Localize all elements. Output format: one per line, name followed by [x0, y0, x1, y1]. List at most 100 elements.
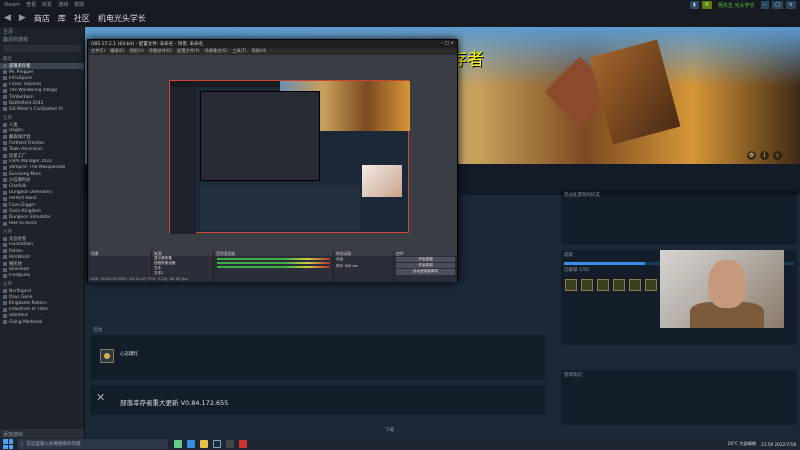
virtual-camera-button[interactable]: 启动虚拟摄像机 — [396, 269, 455, 275]
taskbar-search-placeholder: 在这里输入你要搜索的内容 — [26, 442, 81, 447]
maximize-button[interactable]: □ — [772, 1, 783, 9]
add-game-button[interactable]: 添加游戏 — [0, 429, 84, 438]
sidebar-game-label: Battlefield 2042 — [9, 100, 44, 106]
achievement-icon[interactable] — [581, 279, 593, 291]
sidebar-game-label: 太吾绘卷 — [9, 236, 27, 242]
sidebar-game-label: Dagon — [9, 128, 24, 134]
friends-panel: 玩过此游戏的好友 — [561, 190, 797, 245]
sidebar-game-label: Clanfolk — [9, 183, 27, 189]
tools-icon: ✕ — [96, 391, 106, 404]
sidebar-game-label: Farthest Frontier — [9, 140, 45, 146]
audio-meter — [217, 262, 330, 264]
duration-field[interactable]: 时长 300 ms — [334, 263, 393, 270]
sidebar-filter[interactable]: 最近的游戏 — [0, 35, 84, 43]
menu-view[interactable]: 查看 — [26, 1, 36, 8]
sidebar-game-label: Town Ascension — [9, 146, 43, 152]
forward-arrow-icon[interactable]: ▶ — [19, 13, 26, 23]
sidebar-game-label: Cities: Skylines — [9, 82, 42, 88]
obs-menu-docks[interactable]: 停靠部件(D) — [149, 48, 172, 54]
obs-window: OBS 27.2.1 (64-bit) - 配置文件: 未命名 - 场景: 未命… — [87, 39, 458, 282]
taskbar-apps — [174, 440, 247, 448]
game-icon — [3, 273, 7, 278]
obs-window-controls[interactable]: – □ × — [441, 41, 454, 47]
nav-store[interactable]: 商店 — [34, 13, 50, 24]
game-icon — [3, 307, 7, 312]
obs-menu-tools[interactable]: 工具(T) — [232, 48, 246, 54]
obs-menu-scene-collection[interactable]: 场景集合(S) — [205, 48, 228, 54]
sidebar-home[interactable]: 主页 — [0, 27, 84, 35]
duration-value: 300 ms — [344, 264, 358, 268]
sidebar-game-label: 异星工厂 — [9, 153, 27, 159]
achievement-icon[interactable] — [613, 279, 625, 291]
game-icon — [3, 196, 7, 201]
game-icon — [3, 88, 7, 93]
game-icon — [3, 82, 7, 87]
sidebar-game-label: Frostpunk — [9, 273, 31, 279]
weather-status[interactable]: 26°C 大部晴朗 — [728, 441, 756, 447]
notes-panel: 游戏笔记 — [561, 370, 797, 425]
game-icon — [3, 190, 7, 195]
nav-community[interactable]: 社区 — [74, 13, 90, 24]
settings-icon[interactable]: ⚙ — [747, 151, 756, 160]
start-recording-button[interactable]: 开始录制 — [396, 263, 455, 269]
game-icon — [3, 165, 7, 170]
category-may[interactable]: 五月 — [0, 279, 84, 288]
transition-select[interactable]: 淡出 — [334, 256, 393, 263]
game-icon — [3, 101, 7, 106]
taskbar-search[interactable]: ⌕ 在这里输入你要搜索的内容 — [18, 439, 168, 449]
sidebar-game-label: Perfect Heist — [9, 196, 37, 202]
info-icon[interactable]: i — [760, 151, 769, 160]
clock[interactable]: 21:59 2022/7/18 — [761, 442, 796, 447]
sidebar-game-item[interactable]: Going Medieval — [0, 319, 84, 325]
windows-start-icon[interactable] — [3, 439, 13, 449]
app-icon[interactable] — [239, 440, 247, 448]
scenes-dock-title: 场景 — [89, 251, 151, 256]
obs-icon[interactable] — [226, 440, 234, 448]
download-status[interactable]: 下载 — [385, 427, 394, 433]
achievement-icon[interactable] — [645, 279, 657, 291]
achievement-icon[interactable] — [629, 279, 641, 291]
game-icon — [3, 172, 7, 177]
search-icon: ⌕ — [21, 442, 24, 447]
obs-menu-help[interactable]: 帮助(H) — [252, 48, 267, 54]
start-streaming-button[interactable]: 开始直播 — [396, 257, 455, 263]
category-recent[interactable]: 最近 — [0, 54, 84, 63]
windows-taskbar: ⌕ 在这里输入你要搜索的内容 26°C 大部晴朗 21:59 2022/7/18 — [0, 438, 800, 450]
nav-library[interactable]: 库 — [58, 13, 66, 24]
achievement-icon[interactable] — [597, 279, 609, 291]
obs-preview[interactable] — [89, 55, 457, 251]
sidebar-search-input[interactable] — [3, 45, 81, 52]
sidebar-game-label: 戴森球计划 — [9, 134, 31, 140]
game-icon — [3, 313, 7, 318]
close-button[interactable]: × — [785, 1, 796, 9]
nav-profile[interactable]: 机电光头学长 — [98, 13, 146, 24]
edge-icon[interactable] — [187, 440, 195, 448]
update-card[interactable]: ✕ 部落幸存者重大更新 V0.84.172.655 — [90, 385, 545, 415]
category-june[interactable]: 六月 — [0, 227, 84, 236]
broadcast-button[interactable]: ▮ — [690, 1, 699, 9]
library-sidebar: 主页 最近的游戏 最近 部落幸存者 Mr. Prepper InfraSpace Ci… — [0, 27, 85, 438]
nested-obs — [200, 91, 320, 181]
achievement-icon[interactable] — [565, 279, 577, 291]
menu-games[interactable]: 游戏 — [58, 1, 68, 8]
obs-menu-view[interactable]: 视图(V) — [129, 48, 144, 54]
menu-friends[interactable]: 好友 — [42, 1, 52, 8]
duration-label: 时长 — [336, 264, 344, 268]
audio-meter — [217, 266, 330, 268]
user-menu[interactable]: 杨先生 光头学长 — [714, 1, 758, 9]
obs-menu-file[interactable]: 文件(F) — [91, 48, 105, 54]
obs-menu-edit[interactable]: 编辑(E) — [110, 48, 124, 54]
menu-help[interactable]: 帮助 — [74, 1, 84, 8]
notification-button[interactable]: ✉ — [701, 1, 712, 9]
obs-menu-profile[interactable]: 配置文件(P) — [177, 48, 200, 54]
task-view-icon[interactable] — [174, 440, 182, 448]
sidebar-game-label: Sid Meier's Civilization VI — [9, 106, 63, 112]
back-arrow-icon[interactable]: ◀ — [4, 13, 11, 23]
menu-steam[interactable]: Steam — [4, 2, 20, 8]
minimize-button[interactable]: – — [760, 1, 770, 9]
category-july[interactable]: 七月 — [0, 113, 84, 122]
steam-icon[interactable] — [213, 440, 221, 448]
folder-icon[interactable] — [200, 440, 208, 448]
activity-label: 活动 — [93, 328, 102, 333]
star-icon[interactable]: ☆ — [773, 151, 782, 160]
